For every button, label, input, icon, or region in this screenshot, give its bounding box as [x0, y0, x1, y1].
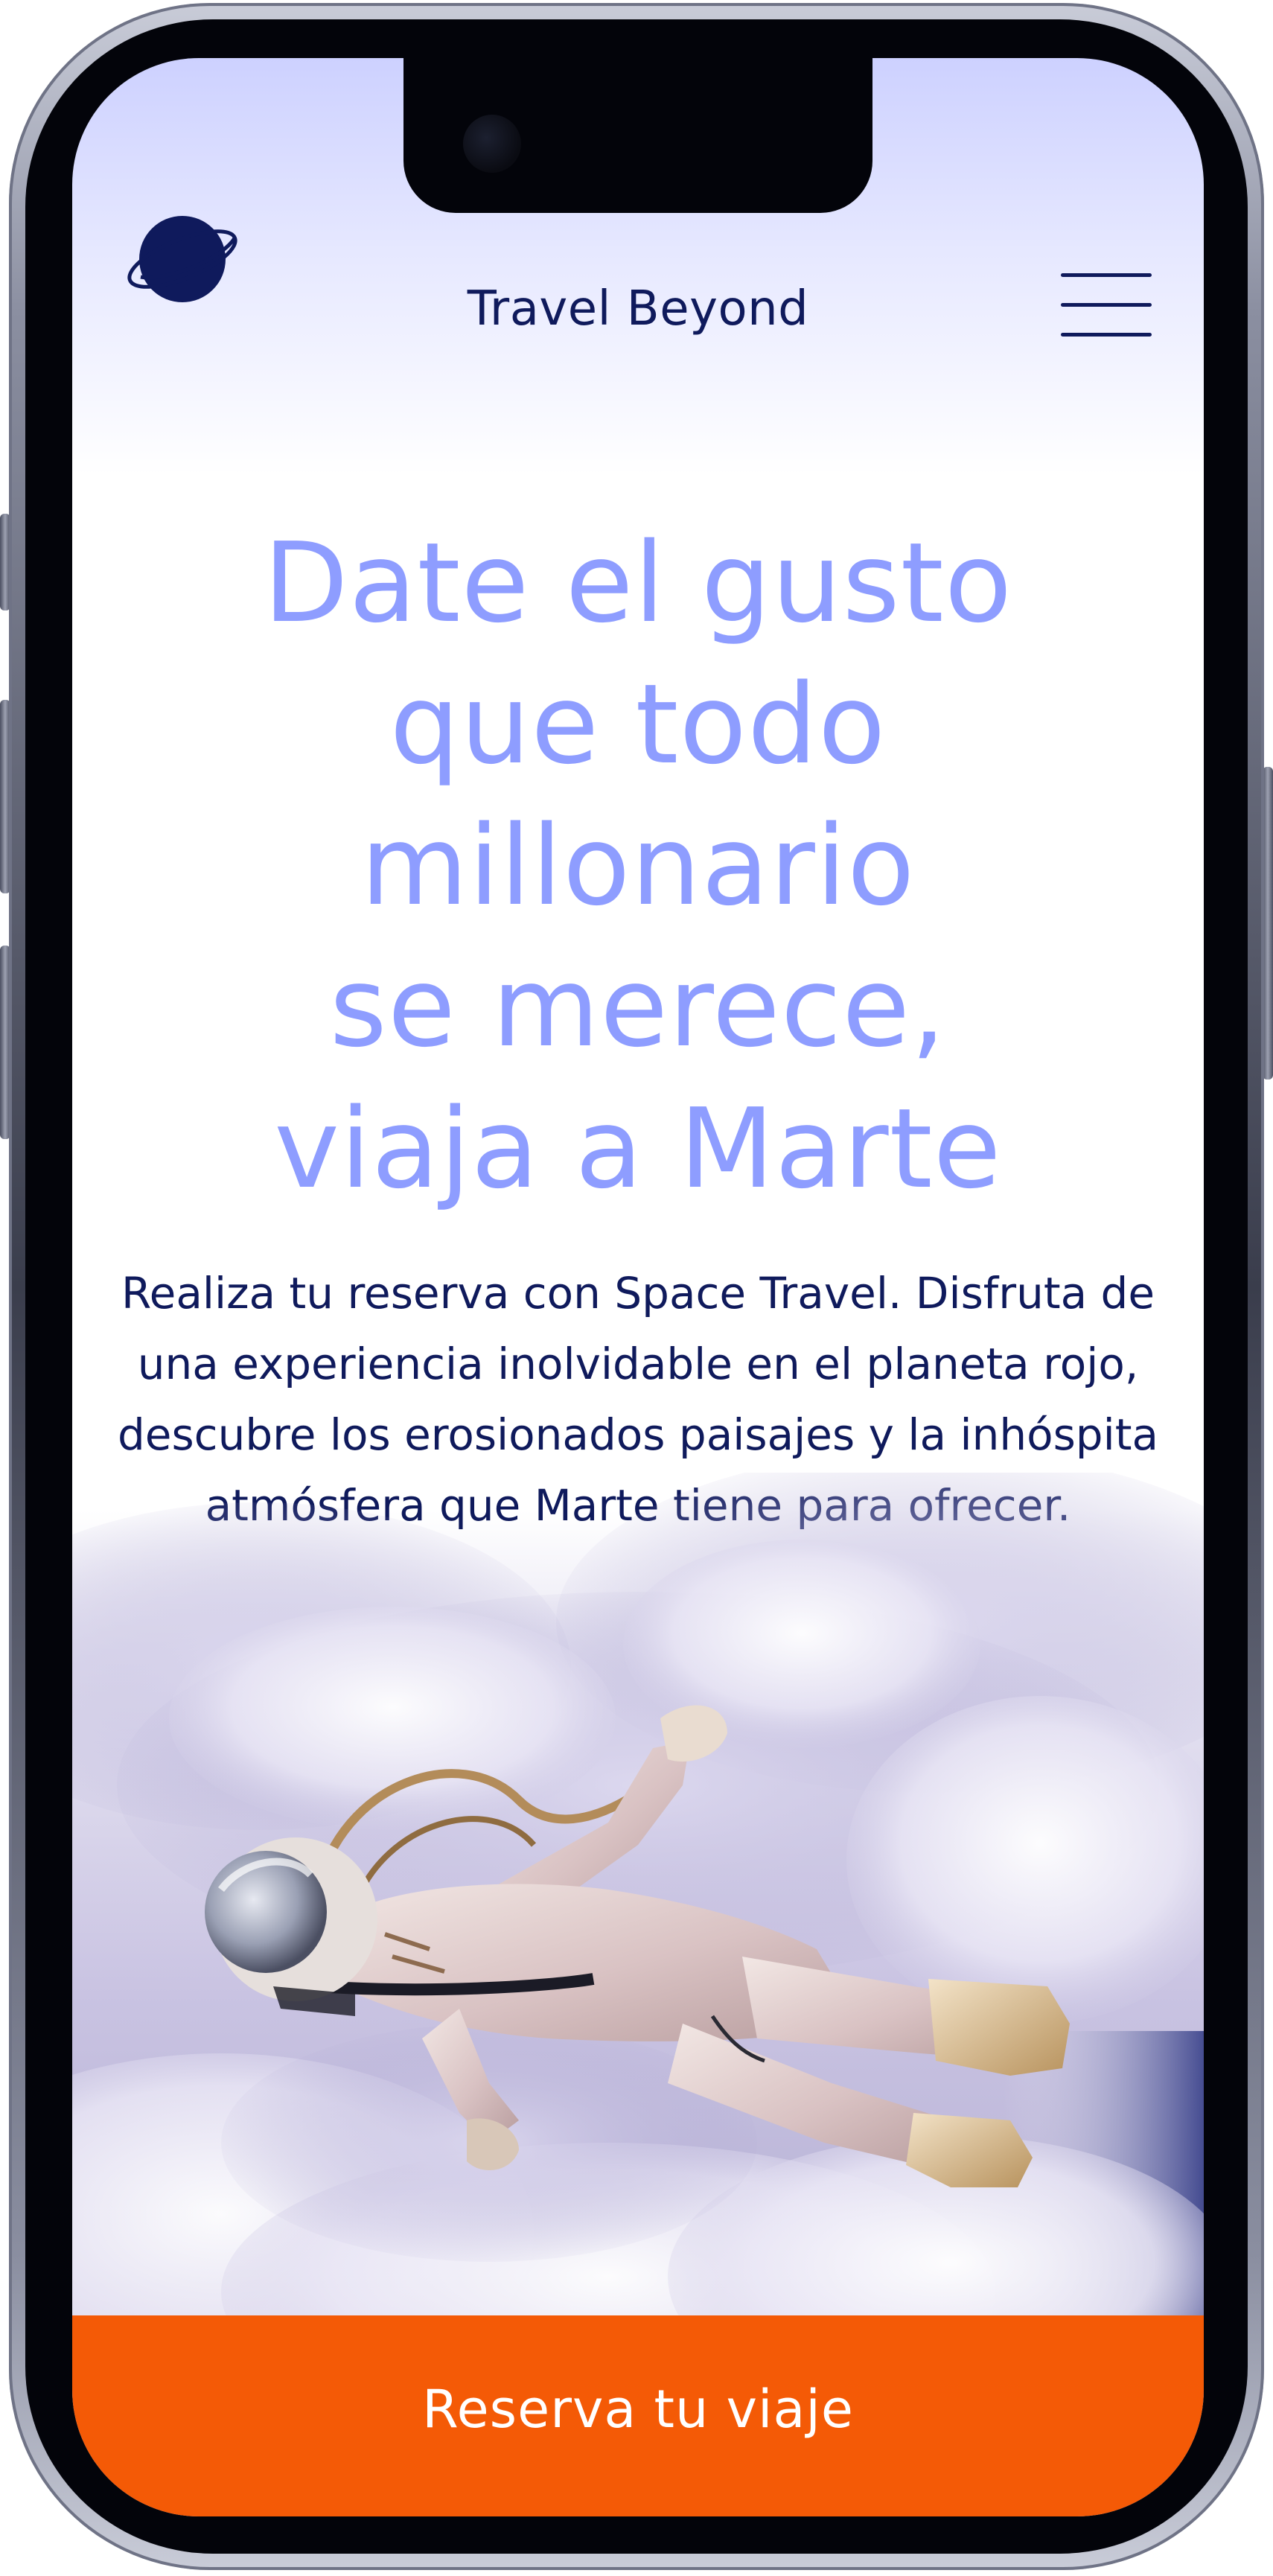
hero-headline: Date el gusto que todo millonario se mer…: [263, 519, 1013, 1213]
hamburger-menu-icon[interactable]: [1061, 270, 1152, 342]
menu-line: [1061, 273, 1152, 277]
front-camera: [463, 115, 521, 173]
phone-screen: Travel Beyond Date el gusto que todo mil…: [72, 58, 1204, 2516]
device-mockup: Travel Beyond Date el gusto que todo mil…: [0, 0, 1273, 2576]
phone-notch: [403, 58, 872, 213]
astronaut-clouds-illustration: [72, 1473, 1204, 2396]
menu-line: [1061, 303, 1152, 307]
site-title[interactable]: Travel Beyond: [72, 281, 1204, 337]
book-trip-button[interactable]: Reserva tu viaje: [72, 2315, 1204, 2516]
menu-line: [1061, 333, 1152, 337]
power-button: [1263, 767, 1273, 1080]
